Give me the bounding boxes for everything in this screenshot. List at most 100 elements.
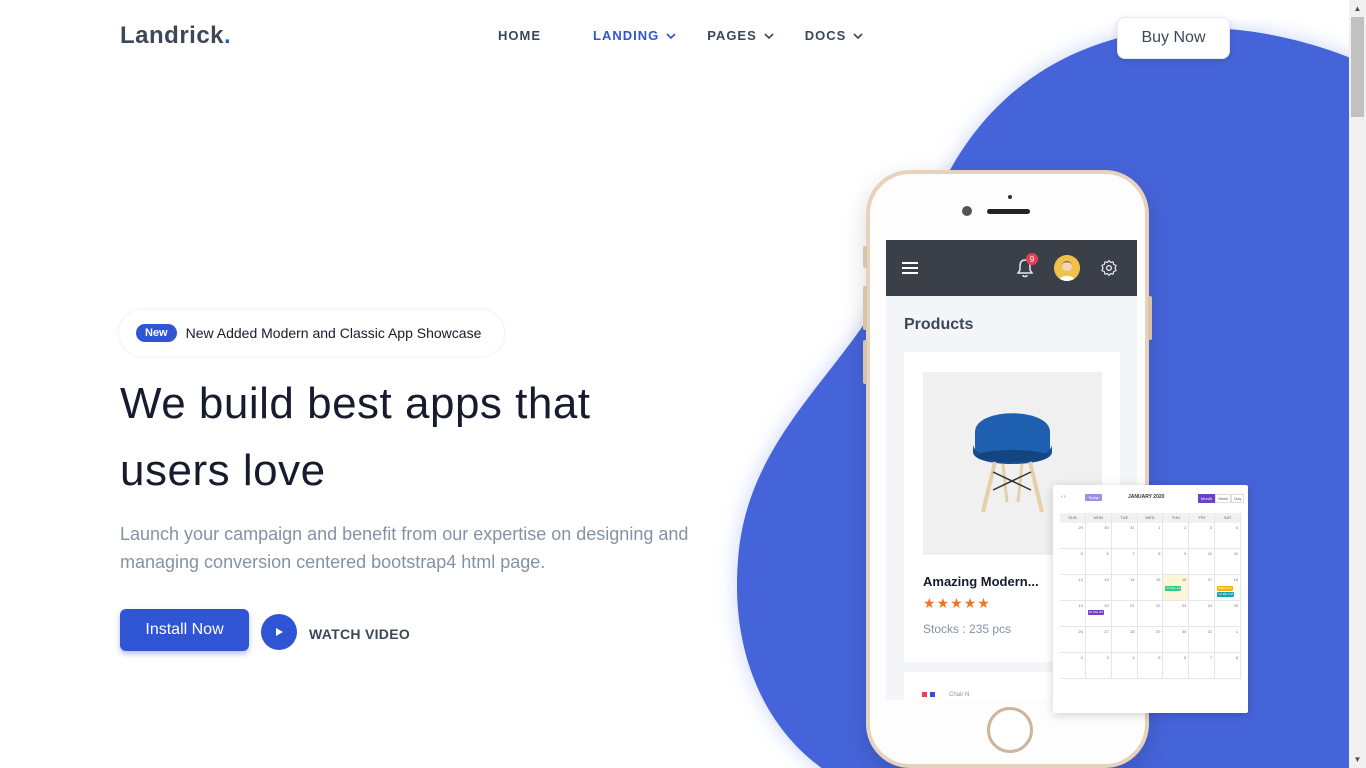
calendar-day[interactable]: 1	[1138, 523, 1164, 548]
calendar-today-button[interactable]: Today	[1085, 494, 1102, 501]
calendar-day[interactable]: 21	[1112, 601, 1138, 626]
avatar-image	[1054, 255, 1080, 281]
calendar-day-number: 12	[1078, 577, 1083, 582]
calendar-day[interactable]: 6	[1163, 653, 1190, 678]
play-video-button[interactable]	[261, 614, 297, 650]
play-icon	[276, 628, 283, 636]
scroll-down-arrow-icon[interactable]: ▼	[1349, 751, 1366, 768]
calendar-view-month[interactable]: Month	[1198, 494, 1216, 503]
calendar-day-number: 29	[1078, 525, 1083, 530]
nav-docs[interactable]: DOCS	[805, 28, 865, 43]
calendar-day[interactable]: 3	[1189, 523, 1216, 548]
avatar[interactable]	[1054, 255, 1080, 281]
calendar-day[interactable]: 31	[1189, 627, 1216, 652]
calendar-day[interactable]: 19	[1060, 601, 1086, 626]
scroll-up-arrow-icon[interactable]: ▲	[1349, 0, 1366, 17]
nav-pages-label: PAGES	[707, 28, 757, 43]
install-now-button[interactable]: Install Now	[120, 609, 249, 651]
calendar-weekday: TUE	[1112, 513, 1138, 523]
calendar-day[interactable]: 9	[1163, 549, 1190, 574]
calendar-day-number: 4	[1132, 655, 1135, 660]
star-icon: ★	[950, 595, 963, 611]
calendar-weekday: WED	[1138, 513, 1164, 523]
calendar-weekdays: SUN MON TUE WED THU FRI SAT	[1060, 513, 1242, 523]
calendar-day[interactable]: 10	[1189, 549, 1216, 574]
calendar-view-week[interactable]: Week	[1215, 494, 1232, 503]
scrollbar-thumb[interactable]	[1351, 17, 1364, 117]
calendar-day[interactable]: 13	[1086, 575, 1112, 600]
nav-home[interactable]: HOME	[498, 28, 541, 43]
calendar-view-day[interactable]: Day	[1231, 494, 1245, 503]
calendar-event[interactable]: 10:30a 3rd	[1087, 610, 1105, 615]
calendar-day[interactable]: 27	[1086, 627, 1112, 652]
calendar-day[interactable]: 7	[1189, 653, 1216, 678]
calendar-day[interactable]: 8	[1138, 549, 1164, 574]
calendar-day[interactable]: 3	[1086, 653, 1112, 678]
calendar-day[interactable]: 2	[1060, 653, 1086, 678]
calendar-weekday: SAT	[1215, 513, 1242, 523]
calendar-week-row: 5 6 7 8 9 10 11	[1060, 549, 1242, 575]
gear-icon[interactable]	[1100, 259, 1118, 277]
nav-home-label: HOME	[498, 28, 541, 43]
calendar-day[interactable]: 7	[1112, 549, 1138, 574]
calendar-day[interactable]: 1	[1215, 627, 1242, 652]
calendar-day[interactable]: 2	[1163, 523, 1190, 548]
calendar-day-number: 27	[1104, 629, 1109, 634]
calendar-day[interactable]: 17	[1189, 575, 1216, 600]
calendar-day[interactable]: 5	[1138, 653, 1164, 678]
calendar-day[interactable]: 16 12:45p 1st	[1163, 575, 1190, 600]
calendar-day[interactable]: 26	[1060, 627, 1086, 652]
calendar-day[interactable]: 23	[1163, 601, 1190, 626]
calendar-day[interactable]: 30	[1086, 523, 1112, 548]
calendar-day-number: 22	[1155, 603, 1161, 608]
calendar-day[interactable]: 30	[1163, 627, 1190, 652]
calendar-day[interactable]: 12	[1060, 575, 1086, 600]
calendar-day-number: 2	[1080, 655, 1083, 660]
hero-title: We build best apps that users love	[120, 370, 740, 504]
products-title: Products	[904, 316, 974, 333]
calendar-day-number: 10	[1207, 551, 1213, 556]
calendar-day[interactable]: 6	[1086, 549, 1112, 574]
calendar-day[interactable]: 24	[1189, 601, 1216, 626]
calendar-day-number: 29	[1155, 629, 1161, 634]
page-scrollbar[interactable]: ▲ ▼	[1349, 0, 1366, 768]
nav-pages[interactable]: PAGES	[707, 28, 775, 43]
hero-title-line2: users love	[120, 446, 326, 495]
calendar-day[interactable]: 4	[1112, 653, 1138, 678]
phone-speaker	[987, 209, 1030, 214]
calendar-day[interactable]: 15	[1138, 575, 1164, 600]
calendar-day-number: 6	[1184, 655, 1187, 660]
calendar-event[interactable]: 8:00a 2nd	[1217, 586, 1233, 591]
watch-video-link[interactable]: WATCH VIDEO	[309, 626, 410, 642]
calendar-nav-arrows[interactable]: ‹ ›	[1061, 494, 1066, 500]
calendar-day[interactable]: 4	[1215, 523, 1242, 548]
chevron-down-icon	[853, 32, 863, 39]
announcement-pill[interactable]: New New Added Modern and Classic App Sho…	[119, 310, 504, 356]
hero-title-line1: We build best apps that	[120, 379, 591, 428]
logo[interactable]: Landrick.	[120, 22, 231, 50]
calendar-day[interactable]: 8	[1215, 653, 1242, 678]
calendar-day[interactable]: 25	[1215, 601, 1242, 626]
calendar-day-number: 7	[1132, 551, 1135, 556]
buy-now-button[interactable]: Buy Now	[1117, 17, 1230, 59]
calendar-week-row: 29 30 31 1 2 3 4	[1060, 523, 1242, 549]
calendar-day[interactable]: 14	[1112, 575, 1138, 600]
calendar-day[interactable]: 29	[1060, 523, 1086, 548]
calendar-event[interactable]: 12:45p 2nd	[1217, 592, 1235, 597]
calendar-day[interactable]: 18 8:00a 2nd 12:45p 2nd	[1215, 575, 1242, 600]
calendar-day[interactable]: 11	[1215, 549, 1242, 574]
calendar-month-title: JANUARY 2020	[1128, 494, 1165, 500]
calendar-day[interactable]: 28	[1112, 627, 1138, 652]
hamburger-menu-icon[interactable]	[902, 261, 918, 275]
calendar-event[interactable]: 12:45p 1st	[1165, 586, 1182, 591]
social-icons	[922, 692, 935, 697]
calendar-day[interactable]: 22	[1138, 601, 1164, 626]
nav-landing[interactable]: LANDING	[593, 28, 677, 43]
calendar-day-number: 1	[1158, 525, 1161, 530]
calendar-week-row: 26 27 28 29 30 31 1	[1060, 627, 1242, 653]
calendar-day[interactable]: 5	[1060, 549, 1086, 574]
calendar-day[interactable]: 31	[1112, 523, 1138, 548]
calendar-day[interactable]: 29	[1138, 627, 1164, 652]
calendar-day-number: 4	[1235, 525, 1239, 530]
calendar-day[interactable]: 20 10:30a 3rd	[1086, 601, 1112, 626]
